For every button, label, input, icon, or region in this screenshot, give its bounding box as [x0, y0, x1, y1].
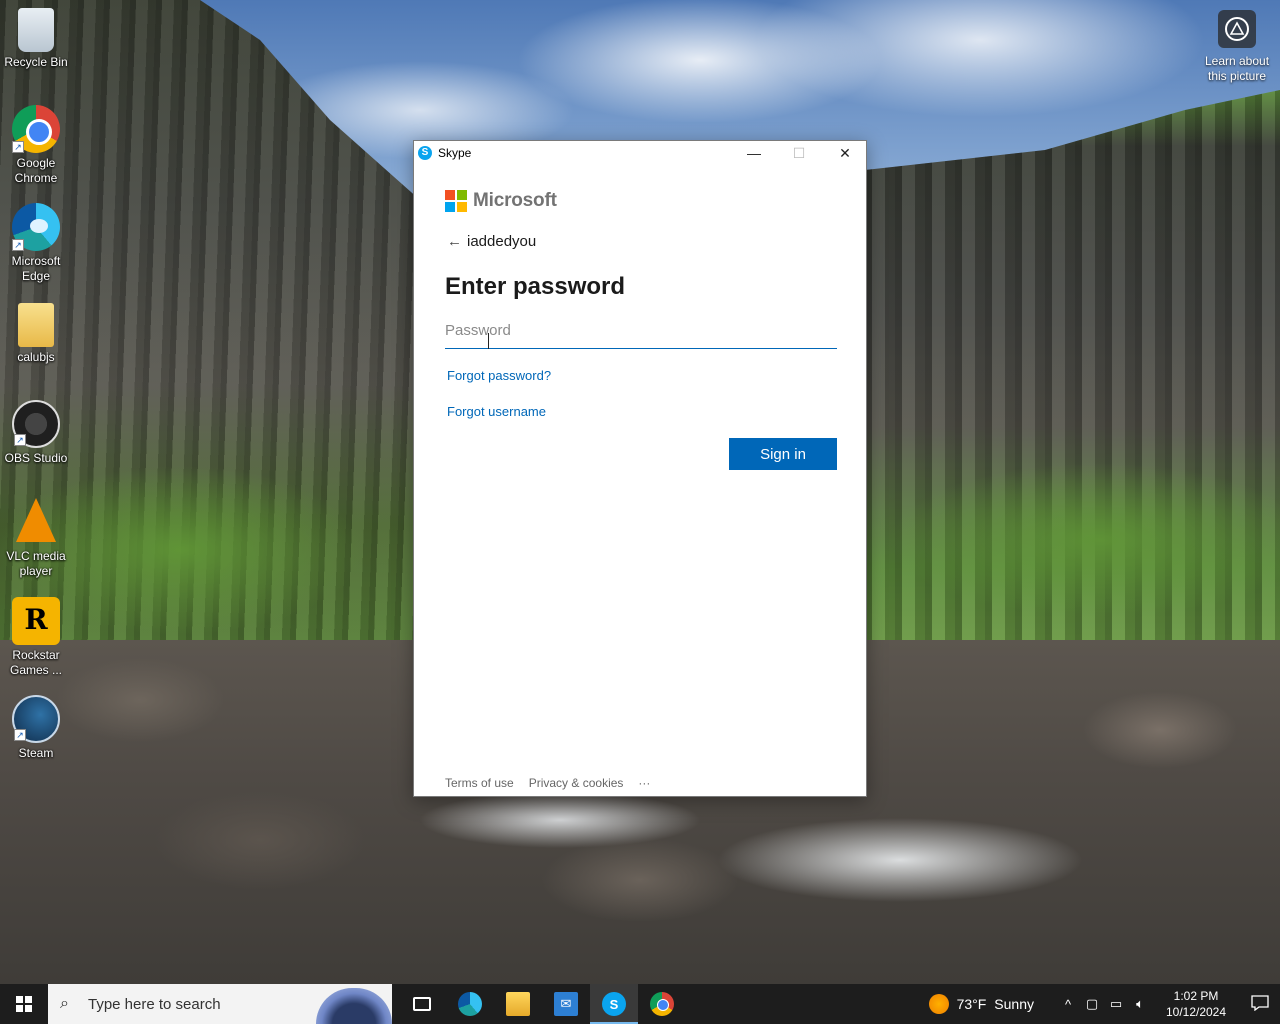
search-highlight-art — [316, 988, 392, 1024]
microsoft-logo-icon — [445, 190, 467, 212]
shortcut-arrow-icon: ↗ — [14, 729, 26, 741]
text-cursor — [488, 333, 490, 349]
shortcut-arrow-icon: ↗ — [14, 434, 26, 446]
taskbar: ⌕ Type here to search ✉ S 73°F Sunny ^ ▢… — [0, 984, 1280, 1024]
more-options-button[interactable]: ··· — [638, 776, 650, 790]
task-view-icon — [413, 997, 431, 1011]
chrome-icon: ↗ — [12, 105, 60, 153]
desktop-icon-label: OBS Studio — [4, 451, 68, 465]
taskbar-chrome[interactable] — [638, 984, 686, 1024]
notifications-button[interactable] — [1240, 994, 1280, 1014]
edge-icon — [458, 992, 482, 1016]
terms-of-use-link[interactable]: Terms of use — [445, 776, 514, 790]
back-arrow-icon[interactable]: ← — [447, 233, 467, 250]
folder-icon — [18, 303, 54, 347]
desktop-icon-obs-studio[interactable]: ↗ OBS Studio — [0, 400, 72, 466]
microsoft-wordmark: Microsoft — [473, 190, 557, 211]
window-footer: Terms of use Privacy & cookies ··· — [445, 776, 650, 790]
desktop-icon-vlc-media-player[interactable]: VLC media player — [0, 498, 72, 579]
weather-widget[interactable]: 73°F Sunny — [928, 994, 1034, 1014]
clock-time: 1:02 PM — [1173, 989, 1219, 1003]
chevron-up-icon[interactable]: ^ — [1056, 997, 1080, 1012]
mail-icon: ✉ — [554, 992, 578, 1016]
identity-row[interactable]: ← iaddedyou — [445, 232, 837, 250]
maximize-button[interactable]: ☐ — [776, 141, 822, 165]
device-icon[interactable]: ▢ — [1080, 996, 1104, 1012]
network-icon[interactable]: ▭ — [1104, 996, 1128, 1012]
close-button[interactable]: ✕ — [822, 141, 868, 165]
desktop-icon-label: Google Chrome — [14, 156, 58, 185]
page-title: Enter password — [445, 273, 626, 300]
chrome-icon — [650, 992, 674, 1016]
learn-about-label: Learn about this picture — [1204, 54, 1270, 83]
taskbar-edge[interactable] — [446, 984, 494, 1024]
camera-info-icon — [1218, 10, 1256, 48]
desktop-icon-google-chrome[interactable]: ↗ Google Chrome — [0, 105, 72, 186]
system-tray: 73°F Sunny ^ ▢ ▭ 🔈︎ 1:02 PM 10/12/2024 — [928, 984, 1280, 1024]
recycle-bin-icon — [18, 8, 54, 52]
weather-condition: Sunny — [994, 996, 1034, 1012]
shortcut-arrow-icon: ↗ — [12, 239, 24, 251]
obs-icon: ↗ — [12, 400, 60, 448]
desktop-icon-microsoft-edge[interactable]: ↗ Microsoft Edge — [0, 203, 72, 284]
weather-temp: 73°F — [956, 996, 987, 1012]
sign-in-button[interactable]: Sign in — [729, 438, 837, 470]
desktop-icon-label: Microsoft Edge — [11, 254, 61, 283]
signin-panel: Microsoft ← iaddedyou Enter password For… — [445, 189, 837, 470]
taskbar-task-view[interactable] — [398, 984, 446, 1024]
identity-username: iaddedyou — [467, 232, 537, 250]
desktop-icon-label: Steam — [18, 746, 54, 760]
skype-icon: S — [418, 146, 432, 160]
desktop-icon-steam[interactable]: ↗ Steam — [0, 695, 72, 761]
search-placeholder: Type here to search — [88, 995, 221, 1013]
clock-date: 10/12/2024 — [1165, 1005, 1227, 1019]
edge-icon: ↗ — [12, 203, 60, 251]
window-titlebar[interactable]: S Skype — ☐ ✕ — [414, 141, 866, 165]
forgot-username-link[interactable]: Forgot username — [447, 404, 837, 419]
vlc-icon — [16, 498, 56, 542]
desktop-icon-label: Rockstar Games ... — [9, 648, 62, 677]
taskbar-file-explorer[interactable] — [494, 984, 542, 1024]
sun-icon — [928, 994, 949, 1014]
start-button[interactable] — [0, 984, 48, 1024]
shortcut-arrow-icon: ↗ — [12, 141, 24, 153]
desktop-icon-rockstar-games[interactable]: R Rockstar Games ... — [0, 597, 72, 678]
password-input[interactable] — [445, 313, 837, 349]
privacy-cookies-link[interactable]: Privacy & cookies — [529, 776, 624, 790]
steam-icon: ↗ — [12, 695, 60, 743]
taskbar-mail[interactable]: ✉ — [542, 984, 590, 1024]
microsoft-logo: Microsoft — [445, 189, 837, 213]
window-title: Skype — [438, 146, 472, 160]
desktop-icon-label: Recycle Bin — [4, 55, 68, 69]
skype-window: S Skype — ☐ ✕ Microsoft ← iaddedyou Ente… — [413, 140, 867, 797]
windows-logo-icon — [16, 996, 32, 1012]
taskbar-clock[interactable]: 1:02 PM 10/12/2024 — [1160, 988, 1232, 1020]
rockstar-icon: R — [12, 597, 60, 645]
learn-about-this-picture[interactable]: Learn about this picture — [1198, 10, 1276, 84]
desktop-icon-calubjs[interactable]: calubjs — [0, 303, 72, 365]
taskbar-search[interactable]: ⌕ Type here to search — [48, 984, 392, 1024]
notification-icon — [1251, 994, 1269, 1011]
file-explorer-icon — [506, 992, 530, 1016]
skype-icon: S — [602, 992, 626, 1016]
taskbar-skype[interactable]: S — [590, 984, 638, 1024]
minimize-button[interactable]: — — [731, 141, 777, 165]
forgot-password-link[interactable]: Forgot password? — [447, 368, 837, 383]
volume-icon[interactable]: 🔈︎ — [1128, 996, 1152, 1012]
desktop-icon-label: VLC media player — [6, 549, 66, 578]
search-icon: ⌕ — [60, 995, 69, 1012]
desktop-icon-recycle-bin[interactable]: Recycle Bin — [0, 8, 72, 70]
desktop-icon-label: calubjs — [17, 350, 55, 364]
